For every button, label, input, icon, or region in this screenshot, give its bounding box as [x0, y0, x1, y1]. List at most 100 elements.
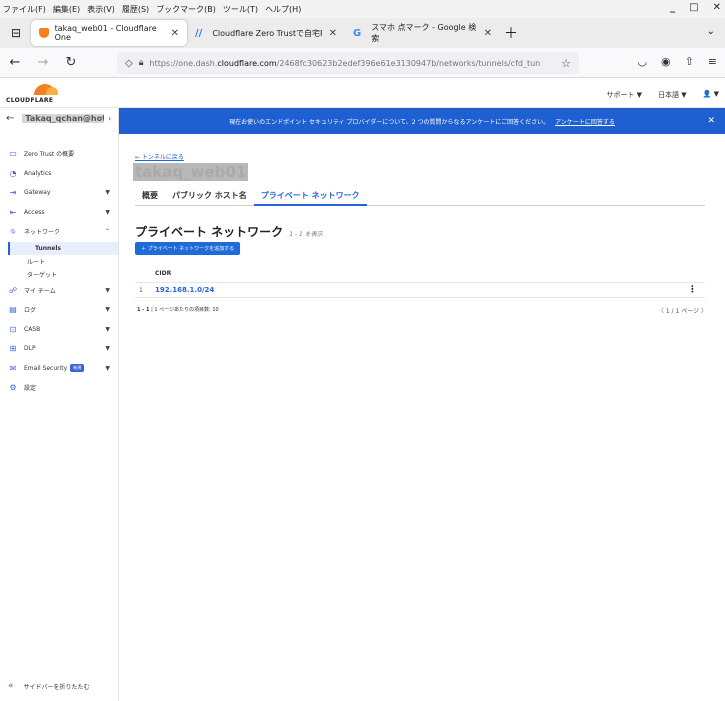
main-content: ← トンネルに戻る takaq_web01 概要 パブリック ホスト名 プライベ… — [119, 134, 725, 701]
sidebar-item-label: DLP — [24, 345, 36, 353]
new-tab-icon[interactable]: ＋ — [504, 23, 518, 43]
tab-public-hostname[interactable]: パブリック ホスト名 — [165, 190, 254, 206]
tracking-shield-icon[interactable]: ◇ — [125, 58, 133, 69]
menu-file[interactable]: ファイル(F) — [3, 4, 46, 15]
sidebar-item-email-security[interactable]: ✉ Email Security 新規 ▼ — [0, 359, 118, 379]
header-right: サポート ▼ 日本語 ▼ 👤 ▼ — [606, 90, 719, 100]
tab-title: takaq_web01 - Cloudflare One — [54, 24, 157, 42]
reload-icon[interactable]: ↻ — [60, 55, 82, 70]
sidebar-subitem-tunnels[interactable]: Tunnels — [8, 241, 118, 255]
chevron-down-icon[interactable]: ⌄ — [707, 26, 715, 37]
menu-help[interactable]: ヘルプ(H) — [265, 4, 301, 15]
new-badge: 新規 — [70, 364, 85, 373]
pagination[interactable]: 〈 1 / 1 ページ 〉 — [658, 306, 707, 315]
account-switcher[interactable]: ← Takaq_qchan@hot... › — [6, 113, 114, 124]
browser-tab-3[interactable]: G スマホ 点マーク - Google 検索 ✕ — [345, 20, 500, 46]
lock-icon[interactable]: 🔒︎ — [139, 58, 144, 68]
sidebar-item-label: 設定 — [24, 385, 37, 393]
cloudflare-logo[interactable]: CLOUDFLARE — [6, 84, 58, 104]
sidebar-item-label: ログ — [24, 307, 37, 315]
menu-history[interactable]: 履歴(S) — [122, 4, 149, 15]
url-bar[interactable]: ◇ 🔒︎ https://one.dash.cloudflare.com/246… — [117, 52, 579, 74]
sidebar-item-overview[interactable]: ▭ Zero Trust の概要 — [0, 144, 118, 164]
pocket-icon[interactable]: ◡ — [637, 55, 647, 68]
close-tab-icon[interactable]: ✕ — [484, 28, 492, 39]
sidebar-item-label: CASB — [24, 325, 41, 333]
footer-range: 1 - 1 — [137, 307, 150, 313]
sidebar-subitem-targets[interactable]: ターゲット — [0, 268, 118, 281]
user-menu[interactable]: 👤 ▼ — [703, 90, 719, 100]
minimize-icon[interactable]: _ — [670, 2, 675, 13]
network-icon: ⛗ — [9, 226, 17, 236]
tab-private-network[interactable]: プライベート ネットワーク — [253, 190, 367, 206]
sidebar-item-analytics[interactable]: ◔ Analytics — [0, 164, 118, 184]
sidebar-subitem-routes[interactable]: ルート — [0, 255, 118, 268]
add-private-network-button[interactable]: ＋ プライベート ネットワークを追加する — [135, 242, 241, 255]
support-menu[interactable]: サポート ▼ — [606, 90, 642, 100]
extensions-icon[interactable]: ⇧ — [685, 55, 694, 68]
settings-icon: ⚙ — [9, 383, 17, 393]
hamburger-menu-icon[interactable]: ≡ — [708, 55, 717, 68]
chevron-down-icon: ▼ — [105, 325, 110, 333]
table-row: 1 192.168.1.0/24 ⋮ — [135, 282, 705, 298]
close-tab-icon[interactable]: ✕ — [171, 28, 179, 39]
collapse-sidebar-button[interactable]: « サイドバーを折りたたむ — [8, 681, 90, 691]
analytics-icon: ◔ — [9, 168, 17, 178]
team-icon: ☍ — [8, 285, 18, 295]
back-arrow-icon[interactable]: ← — [6, 113, 14, 124]
account-icon[interactable]: ◉ — [661, 55, 671, 68]
sidebar-item-logs[interactable]: ▤ ログ ▼ — [0, 300, 118, 320]
sidebar-item-network[interactable]: ⛗ ネットワーク ⌃ — [0, 222, 118, 242]
tab-title: Cloudflare Zero Trustで自宅PC — [212, 28, 323, 38]
toolbar-right: ◡ ◉ ⇧ ≡ — [637, 55, 717, 68]
sidebar-item-gateway[interactable]: ⇥ Gateway ▼ — [0, 183, 118, 203]
sidebar-item-label: マイ チーム — [24, 287, 56, 295]
double-chevron-left-icon: « — [8, 681, 14, 691]
browser-tab-2[interactable]: // Cloudflare Zero Trustで自宅PC ✕ — [187, 20, 345, 46]
column-header-cidr[interactable]: CIDR — [155, 270, 171, 277]
tunnel-tabs: 概要 パブリック ホスト名 プライベート ネットワーク — [135, 190, 705, 206]
back-to-tunnels-link[interactable]: ← トンネルに戻る — [135, 152, 184, 161]
tab-title: スマホ 点マーク - Google 検索 — [371, 23, 477, 43]
log-icon: ▤ — [9, 305, 17, 315]
language-menu[interactable]: 日本語 ▼ — [658, 90, 687, 100]
overview-icon: ▭ — [9, 149, 17, 159]
forward-arrow-icon[interactable]: → — [32, 55, 54, 70]
sidebar-item-my-team[interactable]: ☍ マイ チーム ▼ — [0, 281, 118, 301]
chevron-down-icon: ▼ — [105, 286, 110, 294]
sidebar-item-access[interactable]: ⇤ Access ▼ — [0, 203, 118, 223]
navigation-bar: ← → ↻ ◇ 🔒︎ https://one.dash.cloudflare.c… — [0, 48, 725, 78]
chevron-down-icon: ▼ — [105, 306, 110, 314]
browser-tab-1[interactable]: takaq_web01 - Cloudflare One ✕ — [31, 20, 187, 46]
tab-list-icon[interactable]: ⊟ — [5, 22, 27, 44]
menu-edit[interactable]: 編集(E) — [53, 4, 80, 15]
account-name: Takaq_qchan@hot... — [22, 114, 105, 123]
section-title: プライベート ネットワーク 1 - 1 を表示 — [135, 223, 323, 240]
cloud-icon-accent — [46, 87, 58, 95]
sidebar-item-casb[interactable]: ⊡ CASB ▼ — [0, 320, 118, 340]
close-tab-icon[interactable]: ✕ — [329, 28, 337, 39]
sidebar-item-dlp[interactable]: ⊞ DLP ▼ — [0, 339, 118, 359]
bookmark-star-icon[interactable]: ☆ — [561, 57, 571, 70]
tab-overview[interactable]: 概要 — [135, 190, 165, 206]
menu-bookmarks[interactable]: ブックマーク(B) — [156, 4, 216, 15]
menu-tools[interactable]: ツール(T) — [223, 4, 258, 15]
sidebar-item-label: Email Security — [24, 364, 68, 372]
row-index: 1 — [139, 286, 143, 294]
sidebar-item-settings[interactable]: ⚙ 設定 — [0, 378, 118, 398]
chevron-down-icon: ▼ — [105, 208, 110, 216]
survey-link[interactable]: アンケートに回答する — [555, 117, 615, 126]
chevron-down-icon: ▼ — [105, 345, 110, 353]
menu-view[interactable]: 表示(V) — [87, 4, 115, 15]
items-per-page[interactable]: 1 ページあたりの項目数: 10 — [154, 307, 218, 313]
chevron-down-icon: ▼ — [105, 189, 110, 197]
maximize-icon[interactable]: □ — [689, 2, 698, 13]
close-icon[interactable]: ✕ — [707, 116, 715, 126]
back-arrow-icon[interactable]: ← — [4, 55, 26, 70]
cidr-link[interactable]: 192.168.1.0/24 — [155, 286, 214, 294]
banner-text: 現在お使いのエンドポイント セキュリティ プロバイダーについて、2 つの質問から… — [229, 118, 550, 126]
dlp-icon: ⊞ — [9, 344, 17, 354]
kebab-menu-icon[interactable]: ⋮ — [688, 285, 697, 295]
close-window-icon[interactable]: ✕ — [713, 2, 721, 13]
table-footer: 1 - 1 | 1 ページあたりの項目数: 10 〈 1 / 1 ページ 〉 — [137, 306, 707, 315]
